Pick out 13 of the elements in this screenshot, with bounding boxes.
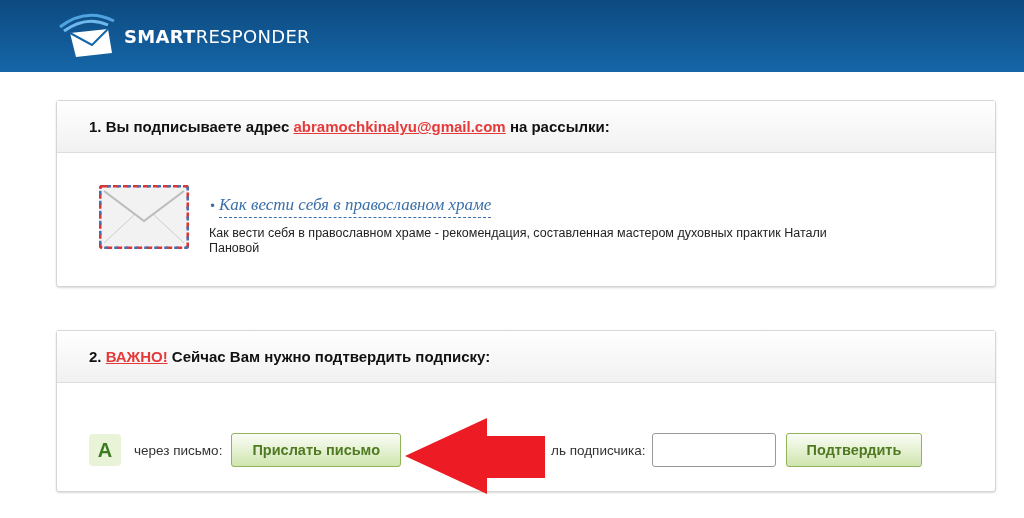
brand-logo: SMARTRESPONDER: [124, 25, 310, 47]
newsletter-link[interactable]: Как вести себя в православном храме: [219, 195, 492, 218]
option-label: через письмо:: [134, 442, 223, 458]
step-title: 2. ВАЖНО! Сейчас Вам нужно подтвердить подписку:: [89, 348, 491, 365]
important-link[interactable]: ВАЖНО!: [105, 348, 168, 365]
bullet: •: [209, 199, 217, 213]
code-label: ль подписчика:: [551, 442, 646, 458]
send-email-button[interactable]: Прислать письмо: [231, 433, 401, 467]
confirm-button[interactable]: Подтвердить: [785, 433, 923, 467]
step-title: 1. Вы подписываете адрес abramochkinalyu@gmail.com на рассылки:: [89, 118, 610, 135]
newsletter-description: Как вести себя в православном храме - рекомендация, составленная мастером духовных практик Натали Пановой: [209, 226, 828, 256]
email-link[interactable]: abramochkinalyu@gmail.com: [293, 118, 506, 135]
option-badge: А: [89, 434, 121, 466]
